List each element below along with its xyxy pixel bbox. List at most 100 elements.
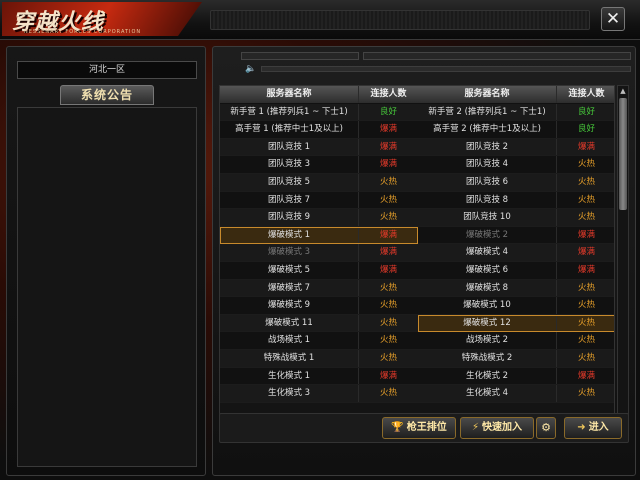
server-row[interactable]: 团队竞技 5 火热: [220, 173, 418, 192]
server-row[interactable]: 爆破模式 12 火热: [418, 314, 614, 333]
server-row[interactable]: 团队竞技 10 火热: [418, 209, 614, 227]
quick-join-button[interactable]: ⚡ 快速加入: [460, 417, 534, 439]
server-status: 火热: [577, 212, 595, 223]
server-status: 火热: [379, 194, 397, 205]
server-name: 生化模式 2: [418, 367, 557, 385]
server-status: 火热: [379, 212, 397, 223]
server-name: 爆破模式 2: [418, 226, 557, 244]
server-row[interactable]: 爆破模式 1 爆满: [220, 226, 418, 245]
rank-match-label: 枪王排位: [406, 422, 447, 433]
server-column-right: 服务器名称 连接人数 新手营 2 (推荐列兵1 ~ 下士1) 良好 高手营 2 (推…: [418, 86, 614, 403]
server-name: 爆破模式 9: [220, 297, 359, 314]
close-button[interactable]: ✕: [601, 7, 625, 31]
server-row[interactable]: 爆破模式 10 火热: [418, 297, 614, 315]
server-status: 火热: [577, 176, 595, 187]
server-row[interactable]: 团队竞技 7 火热: [220, 191, 418, 210]
server-row[interactable]: 团队竞技 9 火热: [220, 209, 418, 227]
server-name: 生化模式 1: [220, 367, 359, 385]
server-row[interactable]: 爆破模式 6 爆满: [418, 261, 614, 280]
server-status: 火热: [577, 300, 595, 311]
server-row[interactable]: 团队竞技 8 火热: [418, 191, 614, 210]
server-name: 团队竞技 6: [418, 173, 557, 191]
server-name: 爆破模式 7: [220, 279, 359, 297]
server-row[interactable]: 高手营 2 (推荐中士1及以上) 良好: [418, 121, 614, 139]
server-row[interactable]: 团队竞技 3 爆满: [220, 156, 418, 174]
game-lobby-window: 穿越火线 NESSENARY FORCES CORPORATION ✕ 河北一区…: [0, 0, 640, 480]
server-row[interactable]: 爆破模式 3 爆满: [220, 244, 418, 262]
server-status: 爆满: [379, 370, 397, 381]
speaker-icon[interactable]: 🔈: [245, 64, 259, 74]
server-status: 火热: [577, 159, 595, 170]
server-status: 火热: [577, 282, 595, 293]
server-status: 火热: [577, 194, 595, 205]
server-row[interactable]: 高手营 1 (推荐中士1及以上) 爆满: [220, 121, 418, 139]
server-name: 爆破模式 12: [418, 314, 557, 332]
header-connection: 连接人数: [568, 89, 605, 99]
server-row[interactable]: 生化模式 4 火热: [418, 385, 614, 403]
server-name: 爆破模式 1: [220, 226, 359, 244]
server-name: 特殊战模式 2: [418, 349, 557, 367]
game-logo: 穿越火线 NESSENARY FORCES CORPORATION: [2, 2, 202, 36]
server-row[interactable]: 爆破模式 7 火热: [220, 279, 418, 298]
quick-join-settings-button[interactable]: ⚙: [536, 417, 556, 439]
server-row[interactable]: 特殊战模式 2 火热: [418, 349, 614, 368]
server-row[interactable]: 生化模式 3 火热: [220, 385, 418, 403]
server-name: 团队竞技 1: [220, 138, 359, 156]
server-row[interactable]: 爆破模式 2 爆满: [418, 226, 614, 245]
volume-slider[interactable]: [261, 66, 631, 72]
server-name: 新手营 2 (推荐列兵1 ~ 下士1): [418, 103, 557, 121]
server-status: 爆满: [379, 124, 397, 135]
server-row[interactable]: 战场模式 2 火热: [418, 332, 614, 350]
action-bar: 🏆 枪王排位 ⚡ 快速加入 ⚙ ➜ 进入: [219, 413, 629, 443]
server-row[interactable]: 爆破模式 4 爆满: [418, 244, 614, 262]
server-status: 火热: [379, 317, 397, 328]
server-name: 生化模式 4: [418, 385, 557, 402]
server-row[interactable]: 新手营 2 (推荐列兵1 ~ 下士1) 良好: [418, 103, 614, 122]
server-row[interactable]: 生化模式 1 爆满: [220, 367, 418, 386]
server-status: 爆满: [577, 264, 595, 275]
server-name: 团队竞技 3: [220, 156, 359, 173]
server-status: 良好: [577, 106, 595, 117]
header-server-name: 服务器名称: [418, 86, 557, 103]
server-name: 团队竞技 4: [418, 156, 557, 173]
server-status: 火热: [379, 282, 397, 293]
server-row[interactable]: 团队竞技 1 爆满: [220, 138, 418, 157]
server-row[interactable]: 战场模式 1 火热: [220, 332, 418, 350]
list-scrollbar[interactable]: ▲ ▼: [617, 85, 629, 439]
server-status: 火热: [379, 176, 397, 187]
server-row[interactable]: 爆破模式 8 火热: [418, 279, 614, 298]
server-status: 火热: [577, 388, 595, 399]
server-row[interactable]: 团队竞技 4 火热: [418, 156, 614, 174]
server-row[interactable]: 新手营 1 (推荐列兵1 ~ 下士1) 良好: [220, 103, 418, 122]
scroll-up-icon[interactable]: ▲: [618, 86, 628, 96]
signal-bar-right: [363, 52, 631, 60]
scroll-thumb[interactable]: [619, 98, 627, 210]
notice-content-area[interactable]: [17, 107, 197, 467]
header-connection: 连接人数: [370, 89, 407, 99]
rank-match-button[interactable]: 🏆 枪王排位: [382, 417, 456, 439]
system-notice-tab[interactable]: 系统公告: [60, 85, 154, 105]
signal-bar-left: [241, 52, 359, 60]
server-status: 爆满: [379, 141, 397, 152]
server-name: 特殊战模式 1: [220, 349, 359, 367]
server-name: 新手营 1 (推荐列兵1 ~ 下士1): [220, 103, 359, 121]
server-row[interactable]: 特殊战模式 1 火热: [220, 349, 418, 368]
server-row[interactable]: 爆破模式 9 火热: [220, 297, 418, 315]
server-status: 火热: [379, 352, 397, 363]
server-row[interactable]: 生化模式 2 爆满: [418, 367, 614, 386]
server-name: 爆破模式 6: [418, 261, 557, 279]
server-row[interactable]: 团队竞技 6 火热: [418, 173, 614, 192]
enter-button[interactable]: ➜ 进入: [564, 417, 622, 439]
server-row[interactable]: 爆破模式 11 火热: [220, 314, 418, 333]
server-name: 团队竞技 8: [418, 191, 557, 209]
server-name: 爆破模式 3: [220, 244, 359, 261]
server-name: 团队竞技 9: [220, 209, 359, 226]
server-status: 良好: [577, 124, 595, 135]
server-row[interactable]: 团队竞技 2 爆满: [418, 138, 614, 157]
server-row[interactable]: 爆破模式 5 爆满: [220, 261, 418, 280]
server-status: 爆满: [379, 229, 397, 240]
server-name: 爆破模式 5: [220, 261, 359, 279]
current-server-field: 河北一区: [17, 61, 197, 79]
server-status: 良好: [379, 106, 397, 117]
server-name: 战场模式 1: [220, 332, 359, 349]
